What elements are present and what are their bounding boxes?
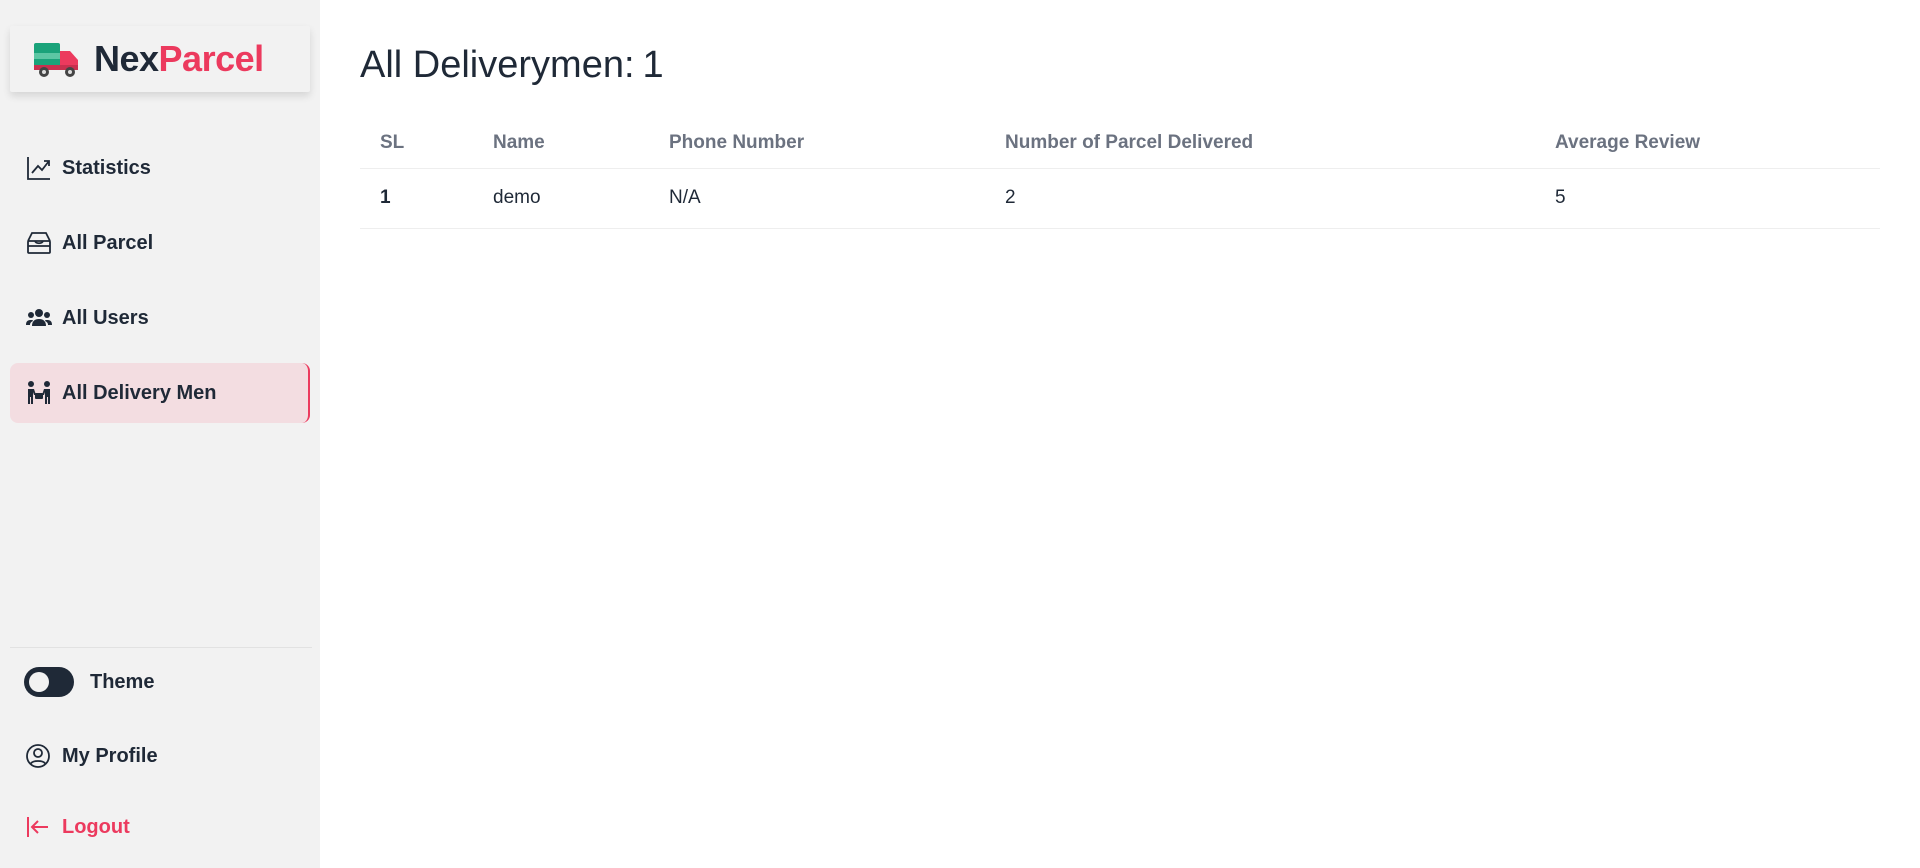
theme-row: Theme (24, 666, 314, 698)
logout-label: Logout (62, 815, 130, 838)
column-header-phone: Phone Number (669, 118, 1005, 169)
truck-icon (34, 43, 78, 77)
logout-icon (27, 817, 48, 837)
sidebar-item-all-parcel[interactable]: All Parcel (10, 213, 310, 273)
sidebar-item-label: All Delivery Men (62, 381, 217, 404)
page-title: All Deliverymen: 1 (360, 44, 664, 87)
brand-name-part2: Parcel (158, 38, 265, 79)
cell-parcels-delivered: 2 (1005, 168, 1555, 229)
theme-label: Theme (90, 670, 155, 693)
delivery-men-icon (24, 378, 54, 408)
sidebar-item-all-delivery-men[interactable]: All Delivery Men (10, 363, 310, 423)
sidebar-item-label: All Parcel (62, 231, 154, 254)
sidebar-item-label: All Users (62, 306, 149, 329)
column-header-average-review: Average Review (1555, 118, 1880, 169)
sidebar-nav: Statistics All Parcel All Users All Deli… (10, 138, 310, 438)
cell-phone: N/A (669, 168, 1005, 229)
theme-toggle[interactable] (24, 667, 74, 697)
column-header-parcels-delivered: Number of Parcel Delivered (1005, 118, 1555, 169)
deliverymen-count: 1 (642, 44, 664, 86)
cell-average-review: 5 (1555, 168, 1880, 229)
deliverymen-table: SL Name Phone Number Number of Parcel De… (360, 118, 1880, 229)
cell-name: demo (493, 168, 669, 229)
page-title-text: All Deliverymen: (360, 44, 635, 86)
theme-toggle-knob (29, 672, 49, 692)
user-circle-icon (26, 744, 50, 768)
table-header-row: SL Name Phone Number Number of Parcel De… (360, 118, 1880, 169)
sidebar-item-label: Statistics (62, 156, 151, 179)
main-content: All Deliverymen: 1 SL Name Phone Number N… (320, 0, 1920, 868)
sidebar-item-statistics[interactable]: Statistics (10, 138, 310, 198)
app-root: NexParcel Statistics All Parcel All User… (0, 0, 1920, 868)
my-profile-link[interactable]: My Profile (24, 740, 314, 772)
users-icon (24, 303, 54, 333)
column-header-sl: SL (360, 118, 493, 169)
column-header-name: Name (493, 118, 669, 169)
brand-name: NexParcel (94, 38, 264, 80)
parcel-box-icon (24, 228, 54, 258)
logout-button[interactable]: Logout (24, 811, 314, 843)
my-profile-label: My Profile (62, 744, 158, 767)
cell-sl: 1 (360, 168, 493, 229)
brand-name-part1: Nex (94, 38, 159, 79)
table-row: 1 demo N/A 2 5 (360, 168, 1880, 229)
chart-line-icon (24, 153, 54, 183)
sidebar-item-all-users[interactable]: All Users (10, 288, 310, 348)
sidebar: NexParcel Statistics All Parcel All User… (0, 0, 320, 868)
brand-logo[interactable]: NexParcel (10, 26, 310, 92)
sidebar-divider (10, 647, 312, 648)
